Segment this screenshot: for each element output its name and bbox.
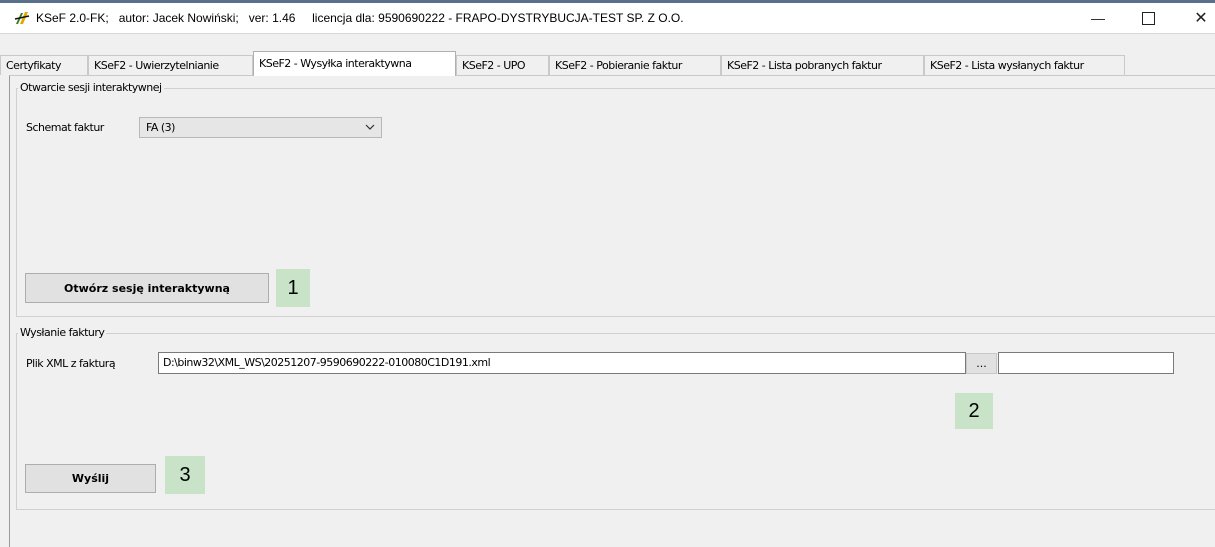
schema-select[interactable]: FA (3) (139, 117, 382, 138)
session-group-legend: Otwarcie sesji interaktywnej (18, 81, 164, 94)
xml-file-input[interactable]: D:\binw32\XML_WS\20251207-9590690222-010… (158, 352, 966, 374)
group-separator (16, 316, 1215, 317)
schema-label: Schemat faktur (26, 121, 104, 134)
tab-lista-pobranych-faktur[interactable]: KSeF2 - Lista pobranych faktur (721, 55, 924, 75)
open-session-button-label: Otwórz sesję interaktywną (64, 281, 230, 295)
app-logo-icon (14, 12, 30, 24)
step-badge-3: 3 (165, 456, 205, 494)
tab-certyfikaty[interactable]: Certyfikaty (0, 55, 88, 75)
tab-uwierzytelnianie[interactable]: KSeF2 - Uwierzytelnianie (88, 55, 253, 75)
tab-pobieranie-faktur[interactable]: KSeF2 - Pobieranie faktur (549, 55, 721, 75)
step-badge-1: 1 (276, 269, 310, 307)
schema-select-value: FA (3) (146, 121, 175, 134)
title-bar: KSeF 2.0-FK; autor: Jacek Nowiński; ver:… (0, 3, 1215, 34)
file-label: Plik XML z fakturą (26, 357, 116, 370)
maximize-icon (1141, 11, 1155, 25)
send-group-legend: Wysłanie faktury (18, 326, 107, 339)
chevron-down-icon (365, 124, 375, 130)
minimize-button[interactable]: — (1075, 3, 1121, 33)
open-session-button[interactable]: Otwórz sesję interaktywną (25, 273, 269, 303)
maximize-button[interactable] (1125, 3, 1171, 33)
close-button[interactable]: ✕ (1178, 3, 1215, 33)
tab-lista-wyslanych-faktur[interactable]: KSeF2 - Lista wysłanych faktur (924, 55, 1125, 75)
extra-input[interactable] (998, 352, 1174, 374)
tab-upo[interactable]: KSeF2 - UPO (456, 55, 549, 75)
window-title: KSeF 2.0-FK; autor: Jacek Nowiński; ver:… (36, 11, 684, 25)
close-icon: ✕ (1194, 10, 1208, 27)
bottom-separator (16, 509, 1215, 510)
send-button[interactable]: Wyślij (25, 464, 156, 493)
step-badge-2: 2 (955, 393, 993, 429)
minimize-icon: — (1091, 10, 1105, 26)
send-button-label: Wyślij (71, 472, 110, 485)
browse-button-label: ... (976, 357, 987, 370)
browse-button[interactable]: ... (966, 353, 997, 374)
xml-file-path: D:\binw32\XML_WS\20251207-9590690222-010… (163, 356, 491, 369)
tab-wysylka-interaktywna[interactable]: KSeF2 - Wysyłka interaktywna (253, 51, 456, 76)
